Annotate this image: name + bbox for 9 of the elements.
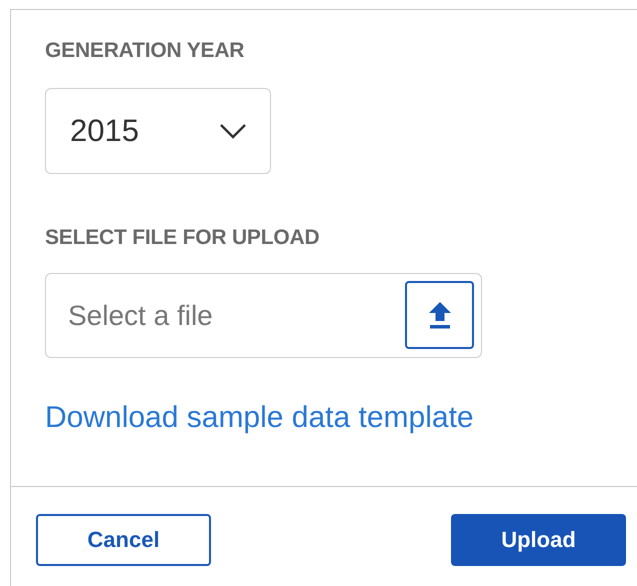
secondary-button[interactable]: Cancel — [36, 514, 211, 566]
upload-icon — [428, 302, 450, 328]
primary-button[interactable]: Upload — [451, 514, 626, 566]
field-label: SELECT FILE FOR UPLOAD — [45, 226, 320, 250]
download-template-link[interactable]: Download sample data template — [45, 400, 474, 436]
field-label: GENERATION YEAR — [45, 39, 244, 63]
chevron-down-icon — [220, 124, 246, 138]
year-select[interactable]: 2015 — [45, 88, 271, 174]
upload-button[interactable] — [405, 281, 474, 349]
